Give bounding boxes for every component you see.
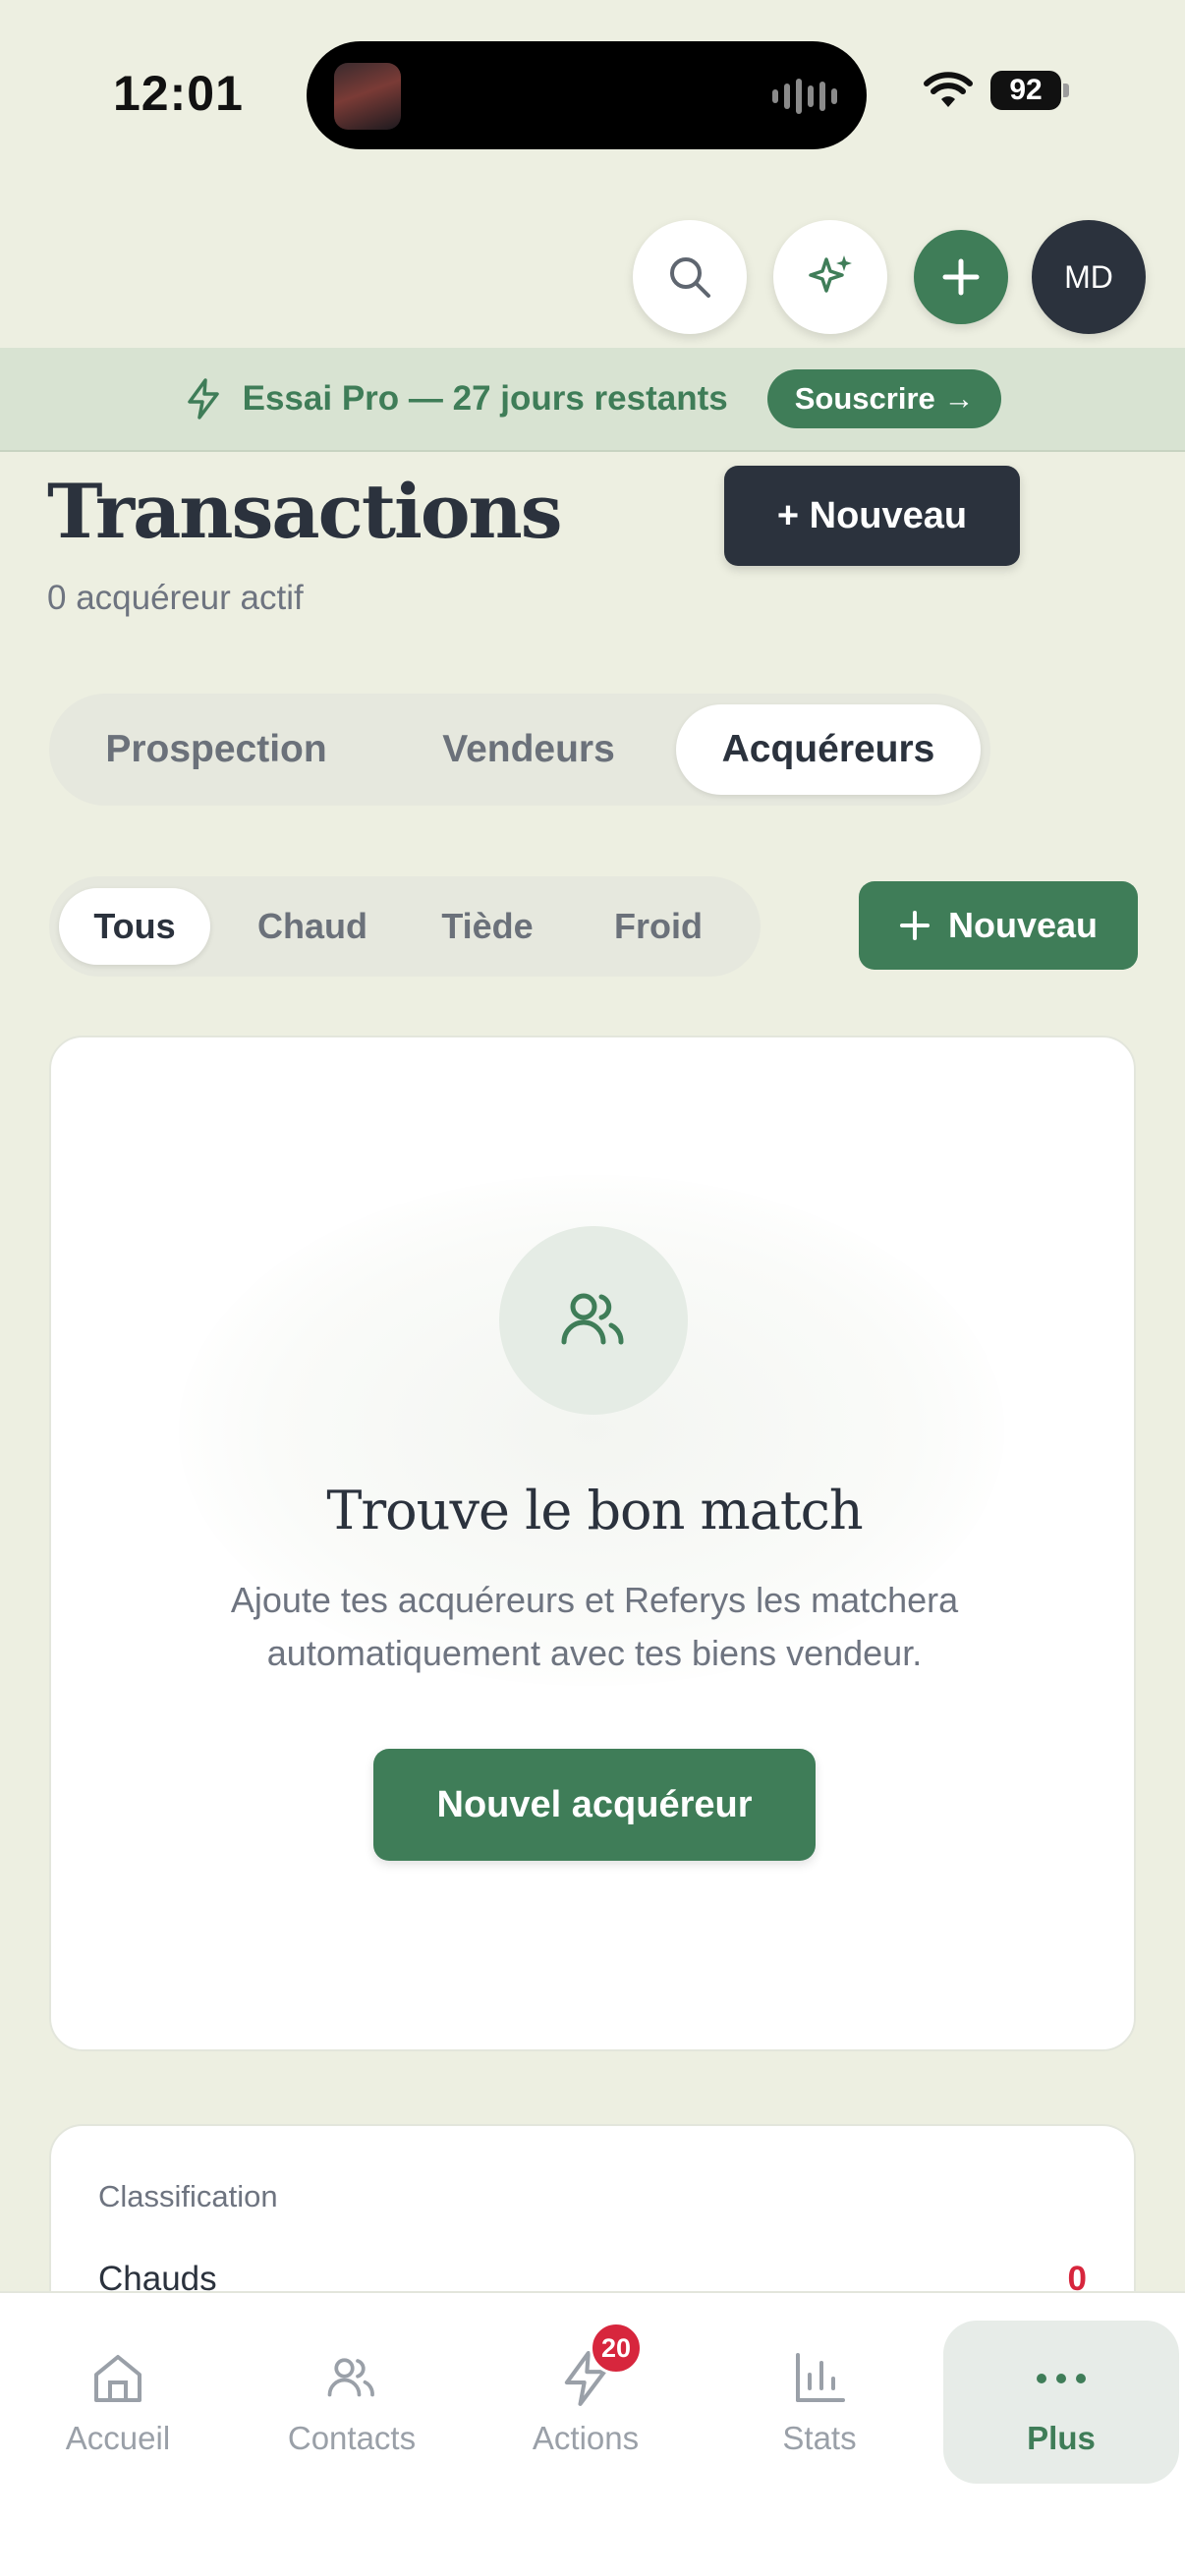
temperature-filters: Tous Chaud Tiède Froid <box>49 876 761 977</box>
empty-state-card: Trouve le bon match Ajoute tes acquéreur… <box>49 1036 1136 2051</box>
bar-chart-icon <box>788 2347 851 2410</box>
page-title: Transactions <box>47 468 563 555</box>
users-icon <box>561 1293 624 1345</box>
avatar[interactable]: MD <box>1032 220 1146 334</box>
status-time: 12:01 <box>113 66 244 121</box>
bottom-navigation: Accueil Contacts 20 Actions Stats Plus <box>0 2291 1185 2576</box>
new-buyer-button[interactable]: Nouveau <box>859 881 1138 970</box>
now-playing-artwork <box>334 63 401 130</box>
nav-contacts[interactable]: Contacts <box>234 2321 470 2484</box>
new-buyer-label: Nouveau <box>947 905 1099 945</box>
sparkles-icon <box>809 255 852 293</box>
new-transaction-button[interactable]: + Nouveau <box>724 466 1020 566</box>
tab-prospection[interactable]: Prospection <box>61 704 371 795</box>
plus-icon <box>942 258 980 296</box>
page-subtitle: 0 acquéreur actif <box>47 579 304 617</box>
search-button[interactable] <box>633 220 747 334</box>
actions-badge: 20 <box>590 2322 643 2375</box>
bolt-icon: 20 <box>554 2322 643 2410</box>
tab-acquereurs[interactable]: Acquéreurs <box>676 704 981 795</box>
empty-state-icon-circle <box>499 1226 688 1415</box>
nav-accueil-label: Accueil <box>65 2420 171 2456</box>
wifi-icon <box>924 72 973 107</box>
battery-nub <box>1063 84 1069 97</box>
ai-assistant-button[interactable] <box>773 220 887 334</box>
nav-plus-label: Plus <box>1027 2420 1096 2456</box>
transaction-tabs: Prospection Vendeurs Acquéreurs <box>49 694 990 806</box>
nav-accueil[interactable]: Accueil <box>0 2321 236 2484</box>
nav-contacts-label: Contacts <box>287 2420 417 2456</box>
status-icons: 92 <box>924 71 1069 110</box>
users-icon <box>320 2347 383 2410</box>
more-dots-icon <box>1030 2347 1093 2410</box>
nav-stats-label: Stats <box>782 2420 857 2456</box>
classification-label: Classification <box>98 2179 278 2213</box>
nav-actions-label: Actions <box>532 2420 640 2456</box>
filter-chaud[interactable]: Chaud <box>230 888 395 965</box>
filter-froid[interactable]: Froid <box>580 888 737 965</box>
filter-tous[interactable]: Tous <box>59 888 210 965</box>
nav-plus[interactable]: Plus <box>943 2321 1179 2484</box>
bolt-icon <box>187 378 219 420</box>
dynamic-island <box>307 41 867 149</box>
empty-state-description: Ajoute tes acquéreurs et Referys les mat… <box>230 1580 959 1673</box>
plus-icon <box>899 911 930 940</box>
new-buyer-cta-button[interactable]: Nouvel acquéreur <box>373 1749 816 1861</box>
subscribe-button[interactable]: Souscrire → <box>766 369 1002 428</box>
tab-vendeurs[interactable]: Vendeurs <box>389 704 668 795</box>
search-icon <box>670 257 710 298</box>
home-icon <box>86 2347 149 2410</box>
add-button[interactable] <box>914 230 1008 324</box>
empty-state-title: Trouve le bon match <box>326 1480 863 1541</box>
trial-text: Essai Pro — 27 jours restants <box>242 379 728 418</box>
trial-banner: Essai Pro — 27 jours restants Souscrire … <box>0 348 1185 452</box>
battery-indicator: 92 <box>990 71 1061 110</box>
filter-tiede[interactable]: Tiède <box>409 888 566 965</box>
audio-waveform-icon <box>772 79 837 114</box>
nav-actions[interactable]: 20 Actions <box>468 2321 704 2484</box>
nav-stats[interactable]: Stats <box>702 2321 937 2484</box>
